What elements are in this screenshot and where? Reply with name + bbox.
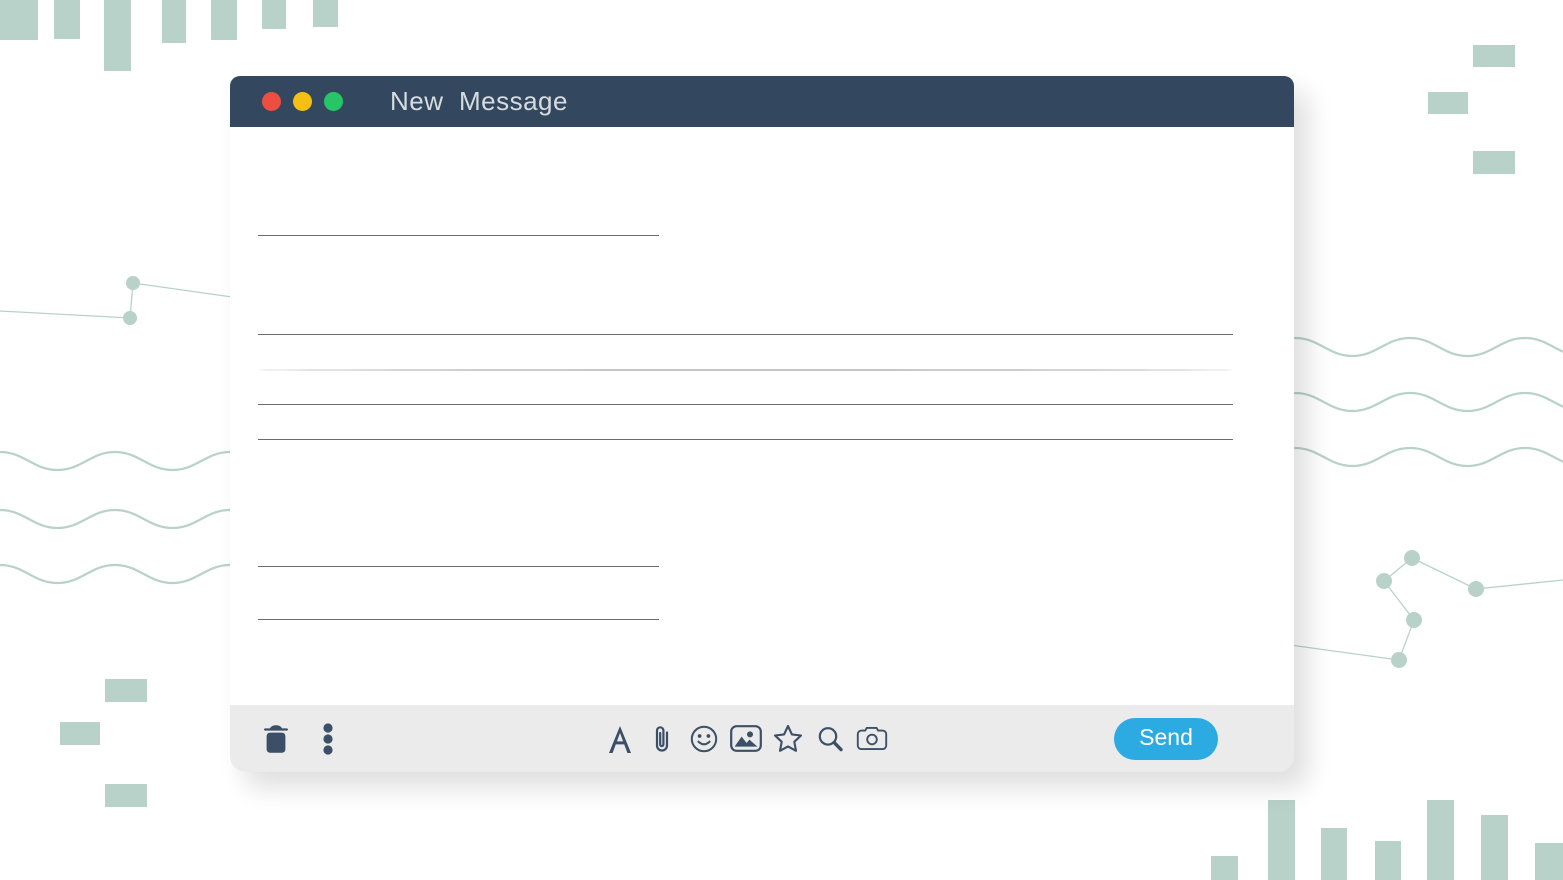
decor-bar (1481, 815, 1508, 880)
trash-icon[interactable] (260, 723, 292, 755)
decor-bar (211, 0, 237, 40)
decor-bar (1211, 856, 1238, 880)
decor-rect (105, 679, 147, 702)
decor-left-network-nodes (0, 276, 233, 325)
smiley-icon[interactable] (688, 723, 720, 755)
decor-network-node (123, 311, 137, 325)
decor-right-waves (1293, 336, 1563, 468)
decor-wave (1293, 446, 1563, 468)
decor-bottom-right-bar-chart (1211, 800, 1563, 880)
window-traffic-lights (262, 92, 343, 111)
search-icon[interactable] (814, 723, 846, 755)
compose-area[interactable] (230, 127, 1294, 705)
decor-network-edge (0, 310, 131, 319)
body-line-3[interactable] (258, 404, 1233, 405)
signature-line-1[interactable] (258, 566, 659, 567)
window-title: New Message (390, 86, 568, 116)
decor-network-node (126, 276, 140, 290)
more-vertical-icon[interactable] (312, 722, 344, 755)
decor-network-edge (129, 282, 134, 319)
paperclip-icon[interactable] (646, 723, 678, 755)
decor-bar (1268, 800, 1295, 880)
decor-network-edge (1398, 619, 1415, 661)
decor-top-right-rectangles (1428, 45, 1515, 174)
compose-toolbar: Send (230, 705, 1294, 772)
decor-rect (1473, 45, 1515, 67)
camera-icon[interactable] (856, 723, 888, 755)
decor-network-node (1391, 652, 1407, 668)
decor-network-node (1376, 573, 1392, 589)
new-message-window: New Message Send (230, 76, 1294, 772)
decor-network-node (1468, 581, 1484, 597)
decor-bar (1321, 828, 1347, 880)
body-line-1[interactable] (258, 334, 1233, 335)
decor-bar (1375, 841, 1401, 880)
decor-network-edge (1383, 557, 1413, 582)
decor-rect (1473, 151, 1515, 174)
to-field-line[interactable] (258, 235, 659, 236)
decor-top-left-bar-chart (0, 0, 338, 71)
decor-rect (105, 784, 147, 807)
decor-network-edge (132, 282, 233, 298)
text-format-icon[interactable] (604, 723, 636, 755)
body-line-4[interactable] (258, 439, 1233, 440)
decor-network-edge (1289, 644, 1400, 661)
decor-network-node (1404, 550, 1420, 566)
decor-bar (0, 0, 38, 40)
decor-rect (1428, 92, 1468, 114)
decor-right-constellation (1289, 550, 1563, 668)
decor-bar (162, 0, 186, 43)
toolbar-insert-tools (604, 723, 888, 755)
decor-bottom-left-rectangles (60, 679, 147, 807)
decor-bar (54, 0, 80, 39)
image-icon[interactable] (730, 723, 762, 755)
toolbar-left-actions (260, 722, 344, 755)
decor-network-edge (1475, 579, 1563, 590)
decor-network-edge (1383, 580, 1415, 621)
decor-network-edge (1411, 557, 1477, 590)
decor-wave (1293, 391, 1563, 413)
send-button[interactable]: Send (1114, 717, 1218, 760)
decor-rect (60, 722, 100, 745)
decor-bar (104, 0, 131, 71)
close-window-button[interactable] (262, 92, 281, 111)
decor-bar (262, 0, 286, 29)
minimize-window-button[interactable] (293, 92, 312, 111)
body-line-2[interactable] (258, 369, 1233, 371)
decor-wave (1293, 336, 1563, 358)
decor-bar (313, 0, 338, 27)
decor-network-node (1406, 612, 1422, 628)
decor-bar (1427, 800, 1454, 880)
signature-line-2[interactable] (258, 619, 659, 620)
maximize-window-button[interactable] (324, 92, 343, 111)
window-titlebar: New Message (230, 76, 1294, 127)
star-icon[interactable] (772, 723, 804, 755)
screen: New Message Send (0, 0, 1563, 880)
decor-bar (1535, 843, 1563, 880)
